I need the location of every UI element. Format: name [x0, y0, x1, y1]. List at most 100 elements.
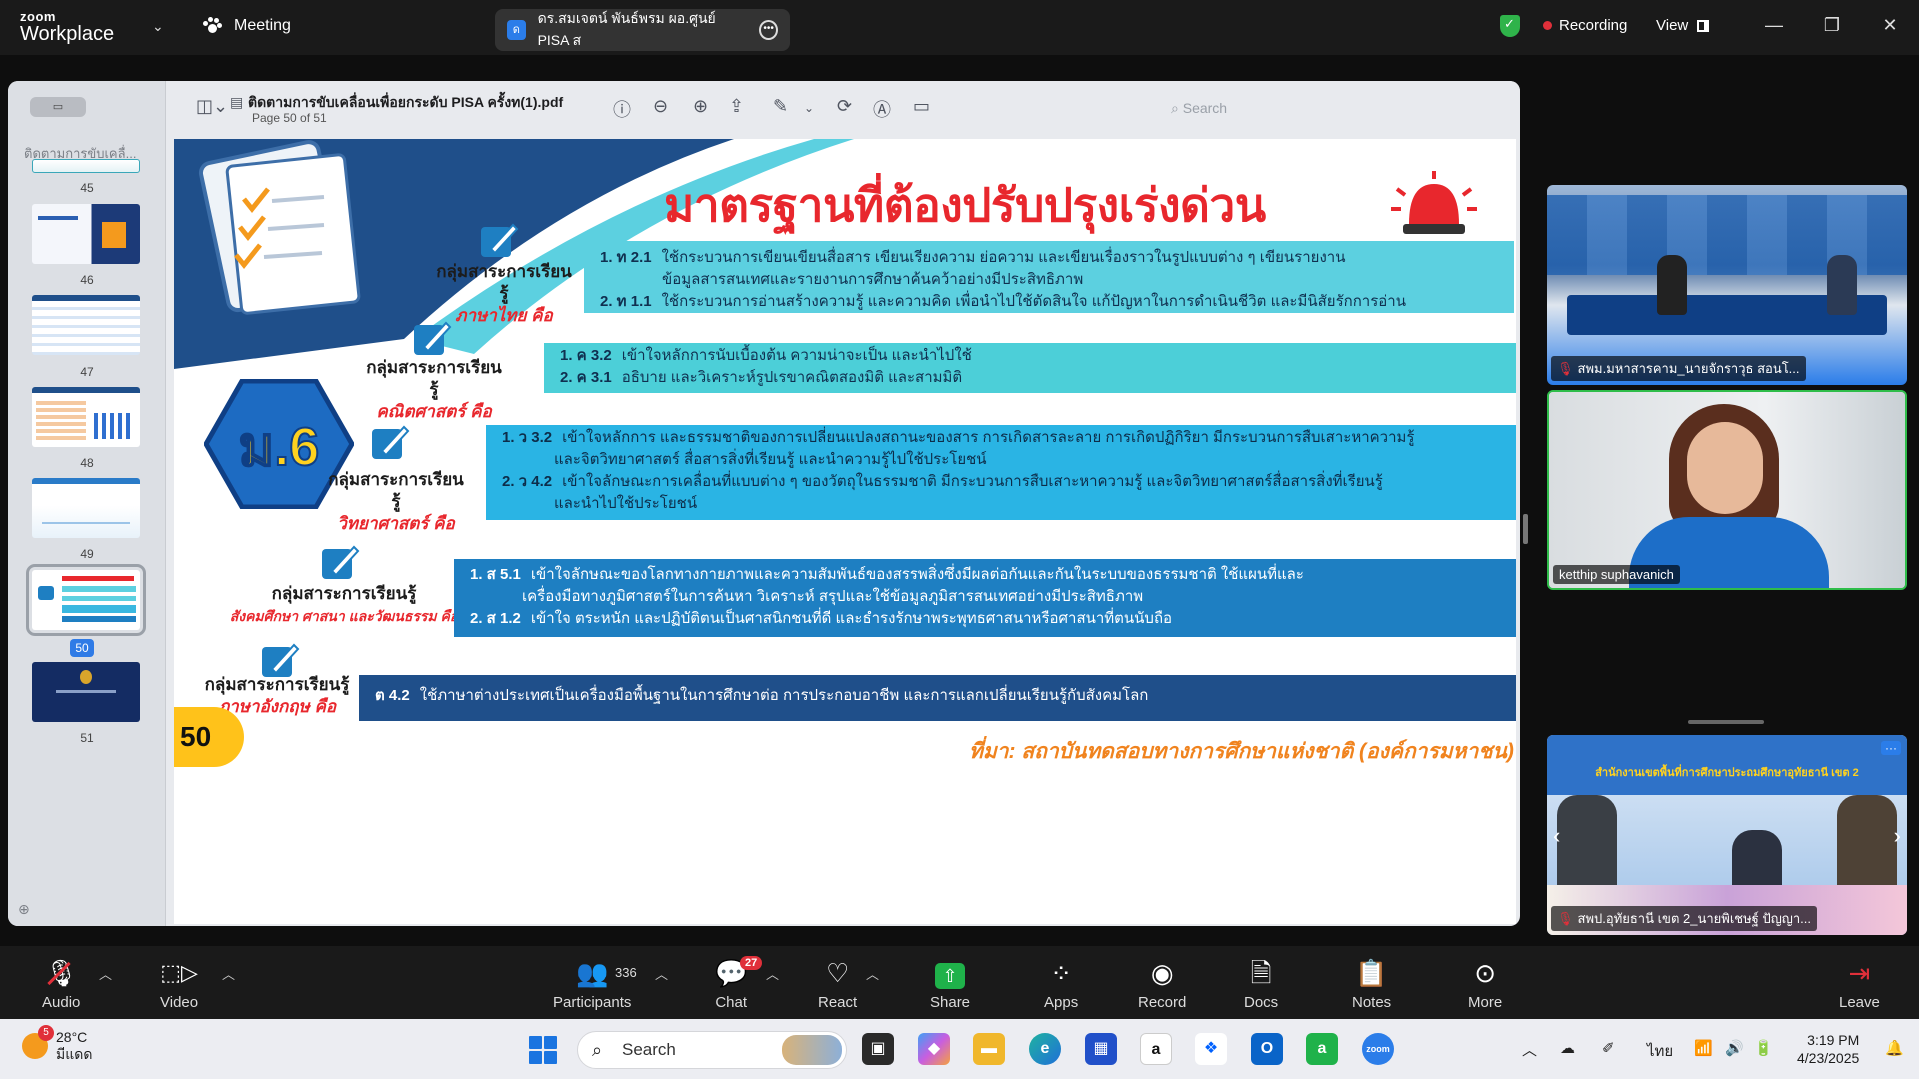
view-button[interactable]: View	[1656, 17, 1710, 34]
recording-indicator[interactable]: Recording	[1543, 17, 1627, 34]
video-tile[interactable]: สำนักงานเขตพื้นที่การศึกษาประถมศึกษาอุทั…	[1547, 735, 1907, 935]
onedrive-icon[interactable]: ☁	[1560, 1039, 1575, 1057]
page-thumbnail[interactable]	[32, 204, 140, 264]
chevron-down-icon[interactable]: ⌄	[804, 101, 814, 115]
page-thumbnail[interactable]	[32, 662, 140, 722]
page-thumbnail-selected[interactable]	[26, 564, 146, 636]
rotate-icon[interactable]: ⟳	[837, 96, 852, 117]
brand-top: zoom	[20, 9, 56, 24]
file-explorer-icon[interactable]: ▬	[973, 1033, 1005, 1065]
zoom-in-icon[interactable]: ⊕	[693, 96, 708, 117]
zoom-app-icon[interactable]: zoom	[1362, 1033, 1394, 1065]
page-thumbnail[interactable]	[32, 387, 140, 447]
page-thumbnail[interactable]	[32, 478, 140, 538]
windows-start-icon[interactable]	[529, 1036, 557, 1064]
more-icon[interactable]: ···	[1881, 741, 1901, 755]
participant-name-tag: 🎙 สพม.มหาสารคาม_นายจักราวุธ สอนโ...	[1551, 356, 1806, 381]
chevron-up-icon[interactable]: ︿	[655, 964, 668, 983]
document-icon: 🗎	[1250, 958, 1272, 988]
screen-share-indicator[interactable]: ด ดร.สมเจตน์ พันธ์พรม ผอ.ศูนย์ PISA ส ••…	[495, 9, 790, 51]
more-button[interactable]: ⊙ More	[1468, 956, 1502, 1011]
annotate-icon[interactable]: Ⓐ	[873, 96, 891, 122]
chevron-up-icon[interactable]: ︿	[99, 964, 112, 983]
leave-button[interactable]: ⇥ Leave	[1839, 956, 1880, 1011]
share-icon[interactable]: ⇪	[729, 96, 744, 117]
close-button[interactable]: ✕	[1861, 0, 1919, 50]
edge-browser-icon[interactable]: e	[1029, 1033, 1061, 1065]
page-thumbnail[interactable]	[32, 295, 140, 355]
slide-page: มาตรฐานที่ต้องปรับปรุงเร่งด่วน ม.6 กลุ่ม…	[174, 139, 1516, 924]
zoom-out-icon[interactable]: ⊖	[653, 96, 668, 117]
share-screen-button[interactable]: ⇧ Share	[930, 956, 970, 1011]
line-app-icon[interactable]: a	[1306, 1033, 1338, 1065]
shield-icon[interactable]	[1500, 15, 1520, 37]
meeting-label: Meeting	[234, 17, 291, 34]
taskbar-search-input[interactable]: ⌕ Search	[577, 1031, 847, 1069]
dropbox-icon[interactable]: ❖	[1195, 1033, 1227, 1065]
chevron-up-icon[interactable]: ︿	[766, 964, 779, 983]
standard-row: 2. ท 1.1 ใช้กระบวนการอ่านสร้างความรู้ และ…	[600, 293, 1406, 310]
search-placeholder: Search	[1182, 100, 1228, 116]
sidebar-layout-icon[interactable]: ◫⌄	[196, 96, 228, 117]
react-button[interactable]: ♡ React	[818, 956, 857, 1011]
recording-dot-icon	[1543, 21, 1552, 30]
form-fill-icon[interactable]: ▭	[913, 96, 930, 117]
more-icon[interactable]: •••	[759, 20, 778, 40]
chevron-left-icon[interactable]: ‹	[1553, 823, 1560, 849]
docs-button[interactable]: 🗎 Docs	[1244, 956, 1278, 1011]
record-icon: ◉	[1150, 958, 1174, 988]
standard-row: 2. ค 3.1 อธิบาย และวิเคราะห์รูปเรขาคณิตสอ…	[560, 369, 963, 386]
copilot-icon[interactable]: ◆	[918, 1033, 950, 1065]
taskbar-clock[interactable]: 3:19 PM 4/23/2025	[1797, 1031, 1859, 1067]
page-thumbnail[interactable]	[32, 159, 140, 173]
amazon-icon[interactable]: a	[1140, 1033, 1172, 1065]
meeting-menu[interactable]: Meeting	[202, 17, 291, 35]
video-tile[interactable]: 🎙 สพม.มหาสารคาม_นายจักราวุธ สอนโ...	[1547, 185, 1907, 385]
info-icon[interactable]: ⓘ	[613, 96, 631, 122]
chevron-right-icon[interactable]: ›	[1894, 823, 1901, 849]
search-icon: ⌕	[592, 1040, 603, 1060]
subject-label-science: กลุ่มสาระการเรียนรู้ วิทยาศาสตร์ คือ	[328, 470, 464, 533]
tile-resize-handle[interactable]	[1688, 720, 1764, 724]
chevron-up-icon[interactable]: ︿	[866, 964, 879, 983]
slide-bottom-space	[174, 769, 1516, 924]
thumbnail-page-number: 47	[80, 365, 94, 379]
chevron-up-icon[interactable]: ︿	[222, 964, 235, 983]
chevron-down-icon[interactable]: ⌄	[152, 18, 164, 35]
edit-pen-icon	[322, 545, 360, 579]
markup-pen-icon[interactable]: ✎	[773, 96, 788, 117]
thumbnail-page-number: 51	[80, 731, 94, 745]
minimize-button[interactable]: —	[1745, 0, 1803, 50]
microsoft-store-icon[interactable]: ▦	[1085, 1033, 1117, 1065]
audio-button[interactable]: 🎙 Audio	[42, 956, 80, 1011]
network-pen-icon[interactable]: ✐	[1602, 1039, 1615, 1057]
volume-icon[interactable]: 🔊	[1725, 1039, 1744, 1057]
weather-widget[interactable]: 5 28°C มีแดด	[22, 1025, 92, 1063]
standard-row: 2. ว 4.2 เข้าใจลักษณะการเคลื่อนที่แบบต่าง…	[502, 473, 1383, 490]
restore-button[interactable]: ❐	[1803, 0, 1861, 50]
apps-button[interactable]: ⁘ Apps	[1044, 956, 1078, 1011]
record-button[interactable]: ◉ Record	[1138, 956, 1186, 1011]
standard-row: และจิตวิทยาศาสตร์ สื่อสารสิ่งที่เรียนรู้…	[554, 451, 987, 468]
pdf-search-input[interactable]: ⌕ Search	[1163, 95, 1513, 121]
outlook-icon[interactable]: O	[1251, 1033, 1283, 1065]
battery-icon[interactable]: 🔋	[1754, 1039, 1773, 1057]
video-camera-icon: ⬚▷	[160, 960, 198, 985]
notes-button[interactable]: 📋 Notes	[1352, 956, 1391, 1011]
thumbnail-sidebar: ▭ ติดตามการขับเคลื่... 45 46 47 48 49 50…	[8, 81, 166, 926]
video-tile-active-speaker[interactable]: ketthip suphavanich	[1547, 390, 1907, 590]
standard-row: 1. ค 3.2 เข้าใจหลักการนับเบื้องต้น ความน่…	[560, 347, 972, 364]
panel-resize-handle[interactable]	[1523, 514, 1528, 544]
standard-row: ข้อมูลสารสนเทศและรายงานการศึกษาค้นคว้าอย…	[662, 271, 1084, 288]
add-page-icon[interactable]: ⊕	[18, 901, 30, 918]
chevron-up-icon[interactable]: ︿	[1522, 1039, 1537, 1060]
sharer-avatar: ด	[507, 20, 526, 40]
notification-bell-icon[interactable]: 🔔	[1885, 1039, 1904, 1057]
sidebar-toggle-icon[interactable]: ▭	[30, 97, 86, 117]
meeting-control-bar: 🎙 Audio ︿ ⬚▷ Video ︿ 👥 Participants 336 …	[0, 946, 1919, 1019]
input-language[interactable]: ไทย	[1647, 1039, 1673, 1063]
task-view-icon[interactable]: ▣	[862, 1033, 894, 1065]
leave-door-icon: ⇥	[1848, 958, 1871, 988]
video-button[interactable]: ⬚▷ Video	[160, 956, 198, 1011]
wifi-icon[interactable]: 📶	[1694, 1039, 1713, 1057]
